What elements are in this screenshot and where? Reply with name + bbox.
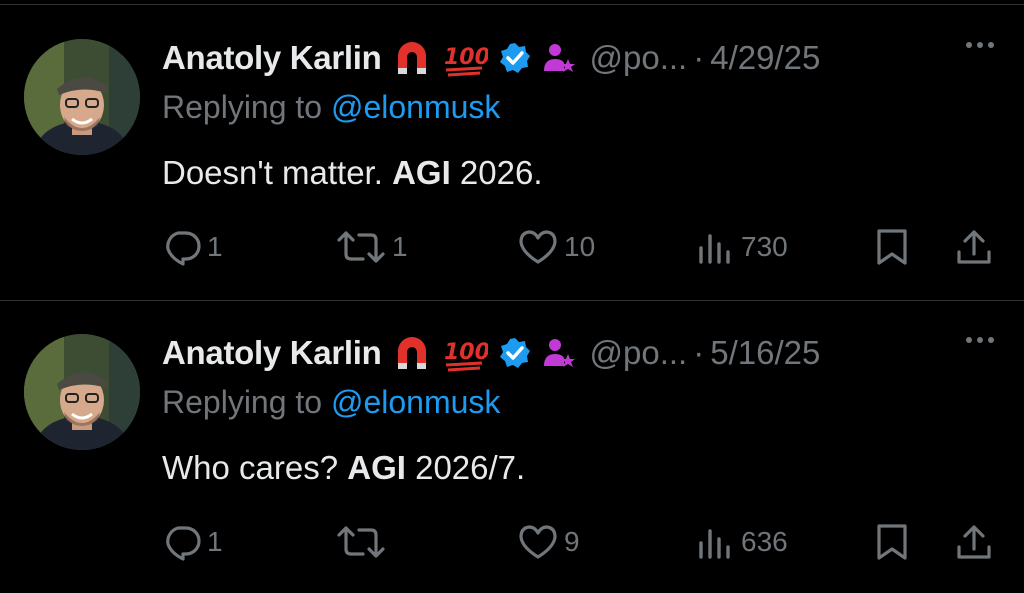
- affiliate-icon[interactable]: [542, 336, 576, 370]
- verified-badge-icon[interactable]: [498, 336, 532, 370]
- share-icon: [957, 525, 991, 559]
- bookmark-button[interactable]: [875, 228, 909, 266]
- repost-button[interactable]: 1: [336, 228, 408, 266]
- views-icon: [699, 234, 730, 264]
- action-bar: 1 1 10 730: [0, 220, 1024, 268]
- replying-to: Replying to @elonmusk: [162, 384, 500, 421]
- reply-count: 1: [207, 231, 223, 262]
- hundred-points-icon: 100: [442, 333, 488, 373]
- more-icon[interactable]: [966, 337, 994, 343]
- svg-text:100: 100: [444, 45, 488, 70]
- like-count: 10: [564, 231, 596, 262]
- replying-to-label: Replying to: [162, 384, 331, 420]
- author-name[interactable]: Anatoly Karlin: [162, 334, 382, 372]
- magnet-icon: [392, 333, 432, 373]
- share-button[interactable]: [955, 228, 993, 266]
- reply-button[interactable]: 1: [163, 228, 223, 266]
- like-count: 9: [564, 526, 580, 557]
- magnet-icon: [392, 38, 432, 78]
- like-button[interactable]: 10: [518, 228, 595, 266]
- tweet[interactable]: Anatoly Karlin 100: [0, 300, 1024, 593]
- svg-text:100: 100: [444, 340, 488, 365]
- more-icon[interactable]: [966, 42, 994, 48]
- tweet-date[interactable]: 4/29/25: [710, 39, 820, 77]
- tweet-header: Anatoly Karlin 100: [162, 331, 820, 375]
- tweet-text: Doesn't matter. AGI 2026.: [162, 154, 543, 192]
- views-button[interactable]: 730: [697, 228, 788, 266]
- avatar[interactable]: [24, 334, 140, 450]
- action-bar: 1 9 636: [0, 515, 1024, 563]
- tweet-text-part: Doesn't matter.: [162, 154, 393, 191]
- tweet[interactable]: Anatoly Karlin 100: [0, 6, 1024, 298]
- separator-dot: ·: [693, 39, 705, 76]
- repost-icon: [337, 526, 385, 558]
- replying-to: Replying to @elonmusk: [162, 89, 500, 126]
- views-icon: [699, 529, 730, 559]
- affiliate-icon[interactable]: [542, 41, 576, 75]
- separator-dot: ·: [693, 334, 705, 371]
- bookmark-icon: [877, 229, 907, 265]
- repost-button[interactable]: [336, 523, 392, 561]
- tweet-text-part: Who cares?: [162, 449, 348, 486]
- replying-to-label: Replying to: [162, 89, 331, 125]
- like-button[interactable]: 9: [518, 523, 580, 561]
- tweet-text-bold: AGI: [347, 449, 406, 486]
- tweet-text: Who cares? AGI 2026/7.: [162, 449, 525, 487]
- reply-button[interactable]: 1: [163, 523, 223, 561]
- views-button[interactable]: 636: [697, 523, 788, 561]
- tweet-date[interactable]: 5/16/25: [710, 334, 820, 372]
- tweet-header: Anatoly Karlin 100: [162, 36, 820, 80]
- like-icon: [519, 230, 557, 264]
- repost-icon: [337, 231, 385, 263]
- repost-count: 1: [392, 231, 408, 262]
- top-divider: [0, 4, 1024, 5]
- bookmark-icon: [877, 524, 907, 560]
- share-icon: [957, 230, 991, 264]
- avatar[interactable]: [24, 39, 140, 155]
- reply-icon: [166, 526, 201, 561]
- reply-icon: [166, 231, 201, 266]
- like-icon: [519, 525, 557, 559]
- share-button[interactable]: [955, 523, 993, 561]
- hundred-points-icon: 100: [442, 38, 488, 78]
- tweet-text-part: 2026/7.: [405, 449, 526, 486]
- author-name[interactable]: Anatoly Karlin: [162, 39, 382, 77]
- author-handle[interactable]: @po...: [590, 334, 688, 372]
- view-count: 636: [741, 526, 788, 557]
- tweet-text-part: 2026.: [450, 154, 543, 191]
- bookmark-button[interactable]: [875, 523, 909, 561]
- verified-badge-icon[interactable]: [498, 41, 532, 75]
- author-handle[interactable]: @po...: [590, 39, 688, 77]
- reply-count: 1: [207, 526, 223, 557]
- tweet-text-bold: AGI: [392, 154, 451, 191]
- mention-link[interactable]: @elonmusk: [331, 89, 500, 125]
- view-count: 730: [741, 231, 788, 262]
- mention-link[interactable]: @elonmusk: [331, 384, 500, 420]
